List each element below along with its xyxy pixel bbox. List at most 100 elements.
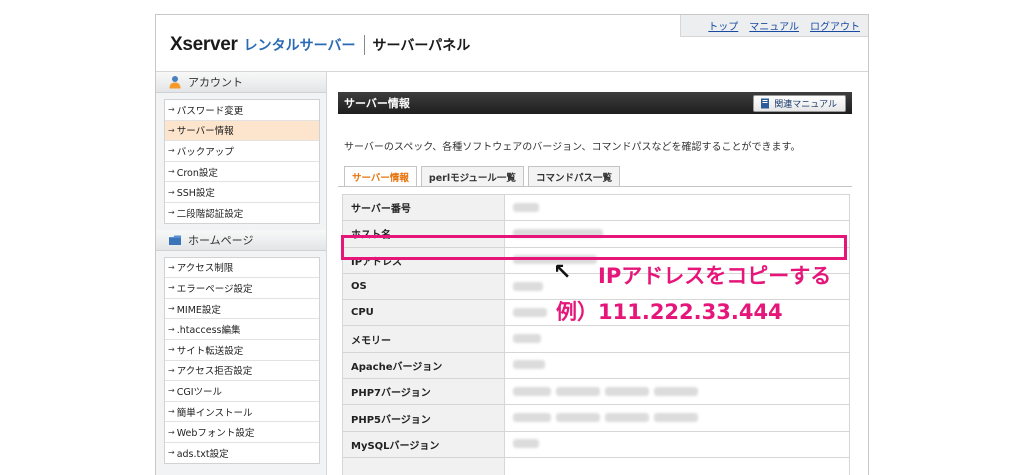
logo-divider [363,35,365,55]
arrow-right-icon: → [168,125,175,135]
sidebar-item-label: MIME設定 [176,304,221,316]
arrow-right-icon: → [168,167,175,177]
manual-button-label: 関連マニュアル [774,100,837,110]
sidebar-item-label: アクセス制限 [176,263,234,275]
arrow-right-icon: → [168,324,175,334]
header: Xserver レンタルサーバー サーバーパネル トップ マニュアル ログアウト [156,15,868,72]
sidebar-item-label: CGIツール [176,386,222,398]
sidebar-item-mime[interactable]: → MIME設定 [165,299,319,320]
sidebar-item-error-page[interactable]: → エラーページ設定 [165,278,319,299]
sidebar-item-ads-txt[interactable]: → ads.txt設定 [165,443,319,463]
tab-bar: サーバー情報 perlモジュール一覧 コマンドパス一覧 [344,166,624,187]
arrow-right-icon: → [168,208,175,218]
arrow-right-icon: → [168,386,175,396]
arrow-right-icon: → [168,187,175,197]
sidebar-item-access-restriction[interactable]: → アクセス制限 [165,258,319,279]
row-value-redacted [504,430,850,458]
arrow-right-icon: → [168,448,175,458]
brand-name: Xserver [170,34,238,55]
sidebar-item-label: サーバー情報 [176,126,234,138]
sidebar-section-title: アカウント [188,76,243,89]
sidebar-item-webfont[interactable]: → Webフォント設定 [165,422,319,443]
tab-perl-modules[interactable]: perlモジュール一覧 [420,166,524,186]
row-label-apache: Apacheバージョン [342,351,505,380]
sidebar-item-label: Webフォント設定 [176,428,255,440]
manual-link[interactable]: マニュアル [749,18,799,33]
arrow-right-icon: → [168,283,175,293]
top-link[interactable]: トップ [708,18,738,33]
tab-command-paths[interactable]: コマンドパス一覧 [527,166,620,186]
sidebar-item-server-info[interactable]: → サーバー情報 [165,120,319,142]
sidebar-item-label: SSH設定 [176,188,215,200]
user-icon [169,76,181,89]
tab-server-info[interactable]: サーバー情報 [344,166,417,187]
sidebar-item-label: アクセス拒否設定 [176,366,253,378]
pointer-arrow-icon: ↖ [553,260,572,285]
book-icon [761,98,770,109]
sidebar-item-redirect[interactable]: → サイト転送設定 [165,340,319,361]
arrow-right-icon: → [168,365,175,375]
sidebar-item-access-deny[interactable]: → アクセス拒否設定 [165,361,319,382]
table-row: PHP7バージョン [342,378,850,406]
arrow-right-icon: → [168,345,175,355]
homepage-menu: → アクセス制限 → エラーページ設定 → MIME設定 → .htaccess編集 →… [164,256,320,464]
page-description: サーバーのスペック、各種ソフトウェアのバージョン、コマンドパスなどを確認すること… [344,142,801,153]
arrow-right-icon: → [168,146,175,156]
logout-link[interactable]: ログアウト [810,18,860,33]
sidebar-section-title: ホームページ [188,233,254,247]
sidebar-item-label: Cron設定 [176,167,218,179]
sidebar-item-label: パスワード変更 [176,105,244,117]
annotation-example-ip: 例）111.222.33.444 [556,300,783,324]
sidebar-item-label: 簡単インストール [176,407,253,419]
sidebar-item-backup[interactable]: → バックアップ [165,141,319,162]
related-manual-button[interactable]: 関連マニュアル [753,95,846,112]
sidebar-item-label: サイト転送設定 [176,345,244,357]
tab-underline [338,186,852,187]
top-links: トップ マニュアル ログアウト [680,15,868,37]
row-label-os: OS [342,272,505,301]
row-label-php5: PHP5バージョン [342,404,505,432]
sidebar-item-easy-install[interactable]: → 簡単インストール [165,402,319,423]
sidebar-item-label: .htaccess編集 [176,325,241,337]
sidebar-item-label: バックアップ [176,146,234,158]
row-label-cpu: CPU [342,299,505,327]
sidebar-item-label: ads.txt設定 [176,448,229,460]
account-menu: → パスワード変更 → サーバー情報 → バックアップ → Cron設定 → SSH設定 … [164,99,320,224]
row-value-redacted [504,325,850,353]
arrow-right-icon: → [168,105,175,115]
row-value-redacted [504,378,850,406]
sidebar-item-ssh[interactable]: → SSH設定 [165,182,319,203]
row-value-redacted [504,351,850,380]
brand-subtitle: レンタルサーバー [243,37,356,53]
xserver-logo[interactable]: Xserver レンタルサーバー サーバーパネル [170,33,470,57]
row-label-mysql: MySQLバージョン [342,430,505,458]
sidebar-item-label: 二段階認証設定 [176,208,244,220]
sidebar-item-cgi[interactable]: → CGIツール [165,381,319,402]
row-label-empty [342,456,505,475]
sidebar: アカウント → パスワード変更 → サーバー情報 → バックアップ → Cron設定 →… [156,72,327,475]
panel-name: サーバーパネル [372,37,471,53]
row-value-empty [504,456,850,475]
row-value-redacted [504,193,850,222]
section-header: サーバー情報 関連マニュアル [338,92,852,114]
ip-address-highlight-box [341,235,847,260]
table-row [342,456,850,475]
sidebar-item-2fa[interactable]: → 二段階認証設定 [165,203,319,223]
row-label-server-number: サーバー番号 [342,193,505,222]
sidebar-item-label: エラーページ設定 [176,283,253,295]
sidebar-item-password[interactable]: → パスワード変更 [165,100,319,121]
sidebar-item-cron[interactable]: → Cron設定 [165,162,319,183]
row-label-php7: PHP7バージョン [342,378,505,406]
annotation-copy-ip: IPアドレスをコピーする [598,264,832,288]
arrow-right-icon: → [168,427,175,437]
section-title: サーバー情報 [344,97,410,110]
row-value-redacted [504,404,850,432]
table-row: サーバー番号 [342,193,850,222]
folder-icon [169,235,181,245]
table-row: MySQLバージョン [342,430,850,458]
sidebar-item-htaccess[interactable]: → .htaccess編集 [165,319,319,340]
table-row: PHP5バージョン [342,404,850,432]
arrow-right-icon: → [168,407,175,417]
table-row: メモリー [342,325,850,353]
arrow-right-icon: → [168,304,175,314]
